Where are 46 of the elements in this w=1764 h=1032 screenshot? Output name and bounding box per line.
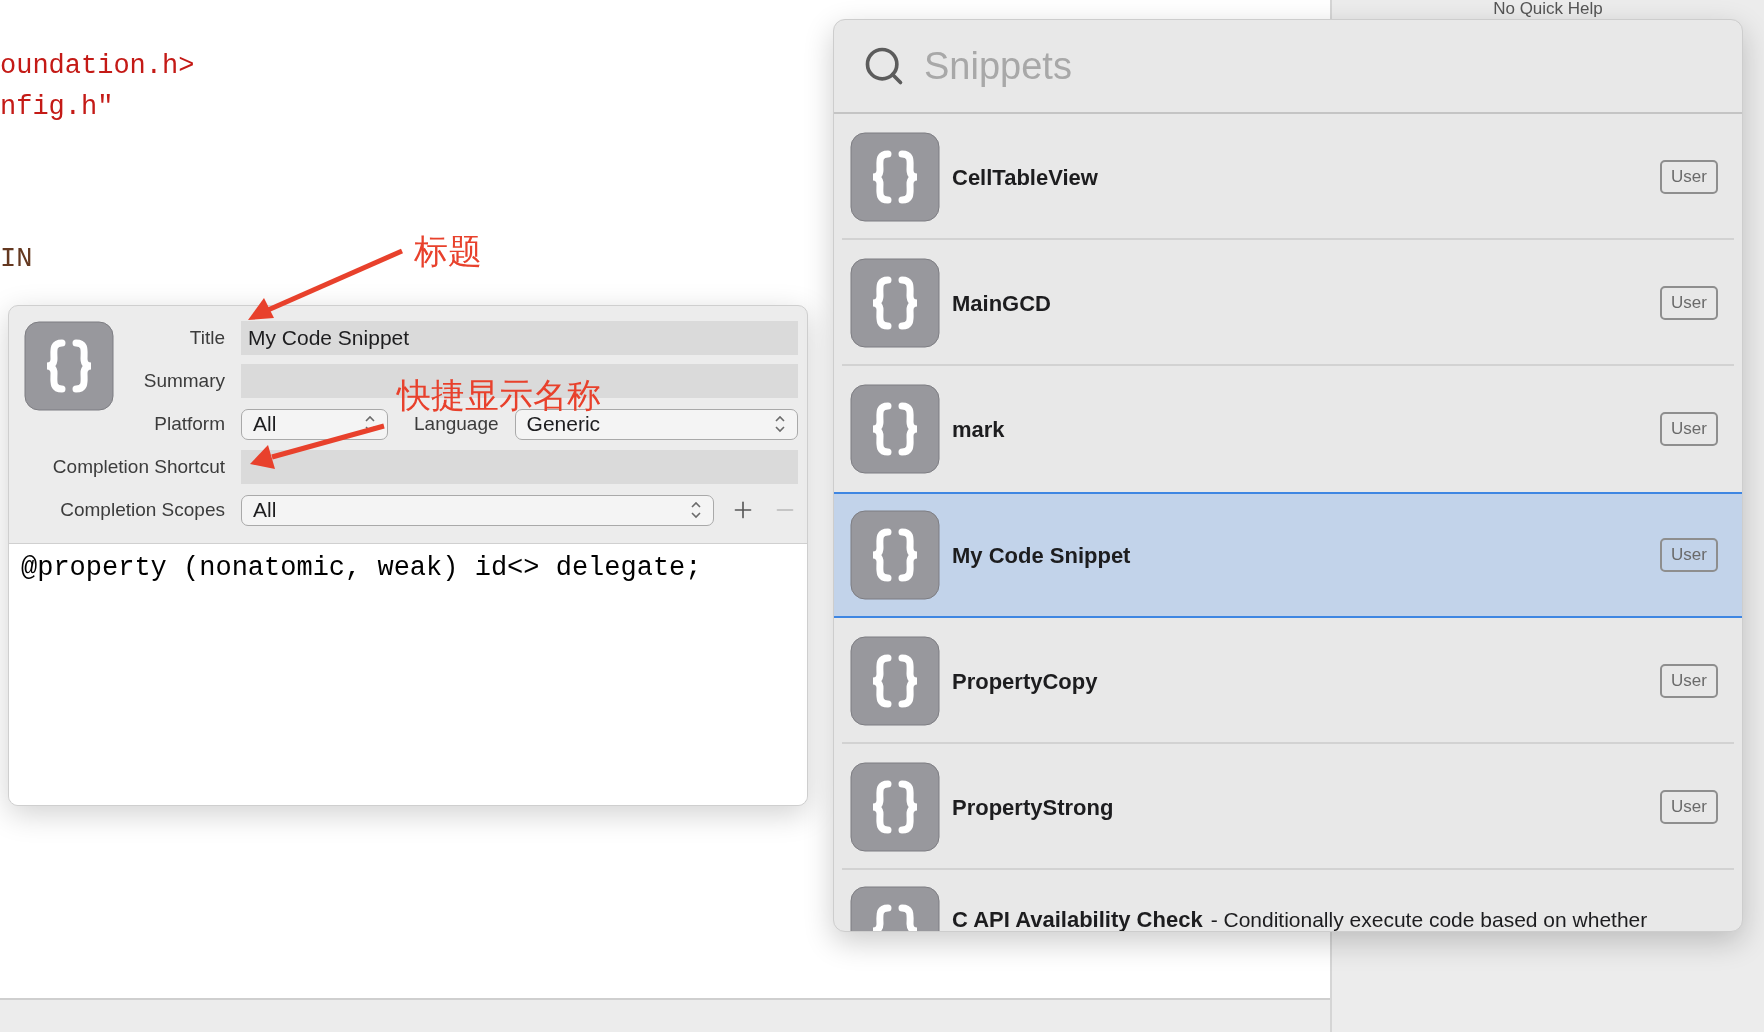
platform-popup[interactable]: All: [241, 408, 388, 440]
user-tag: User: [1660, 664, 1718, 698]
snippet-row[interactable]: My Code Snippet User: [834, 492, 1742, 618]
snippet-title: My Code Snippet: [952, 541, 1131, 570]
stepper-arrows-icon: [690, 500, 702, 520]
user-tag: User: [1660, 160, 1718, 194]
code-line: IN: [0, 244, 33, 274]
braces-icon: [850, 132, 940, 222]
snippet-row[interactable]: PropertyCopy User: [834, 618, 1742, 744]
snippet-row[interactable]: PropertyStrong User: [834, 744, 1742, 870]
user-tag: User: [1660, 790, 1718, 824]
user-tag: User: [1660, 286, 1718, 320]
field-label: Title: [189, 325, 225, 350]
braces-icon: [24, 321, 114, 411]
snippet-title: mark: [952, 415, 1005, 444]
code-line: nfig.h": [0, 91, 114, 122]
snippet-summary: - Conditionally execute code based on whether: [1210, 907, 1648, 931]
user-tag: User: [1660, 538, 1718, 572]
user-tag: User: [1660, 412, 1718, 446]
braces-icon: [850, 510, 940, 600]
stepper-arrows-icon: [774, 414, 786, 434]
braces-icon: [850, 384, 940, 474]
snippet-title: PropertyStrong: [952, 793, 1114, 822]
snippet-title: PropertyCopy: [952, 667, 1098, 696]
field-label: Completion Shortcut: [52, 454, 225, 479]
braces-icon: [850, 636, 940, 726]
field-label: Platform: [154, 411, 225, 436]
snippet-row[interactable]: MainGCD User: [834, 240, 1742, 366]
snippet-row[interactable]: C API Availability Check - Conditionally execute code based on whether: [834, 870, 1742, 931]
snippet-row[interactable]: mark User: [834, 366, 1742, 492]
code-line: oundation.h>: [0, 51, 195, 81]
annotation-label: 标题: [414, 230, 482, 273]
title-field[interactable]: My Code Snippet: [241, 321, 798, 355]
snippet-title: C API Availability Check: [952, 906, 1203, 931]
snippet-title: CellTableView: [952, 163, 1098, 192]
field-label: Language: [414, 412, 499, 436]
field-label: Completion Scopes: [60, 497, 225, 522]
field-label: Summary: [143, 368, 225, 393]
snippet-row[interactable]: CellTableView User: [834, 114, 1742, 240]
quick-help-title: No Quick Help: [1493, 0, 1603, 18]
completion-shortcut-field[interactable]: [241, 450, 798, 484]
braces-icon: [850, 762, 940, 852]
completion-scopes-popup[interactable]: All: [241, 494, 714, 526]
snippet-code[interactable]: @property (nonatomic, weak) id<> delegate;: [21, 553, 702, 583]
braces-icon: [850, 258, 940, 348]
snippet-title: MainGCD: [952, 289, 1051, 318]
